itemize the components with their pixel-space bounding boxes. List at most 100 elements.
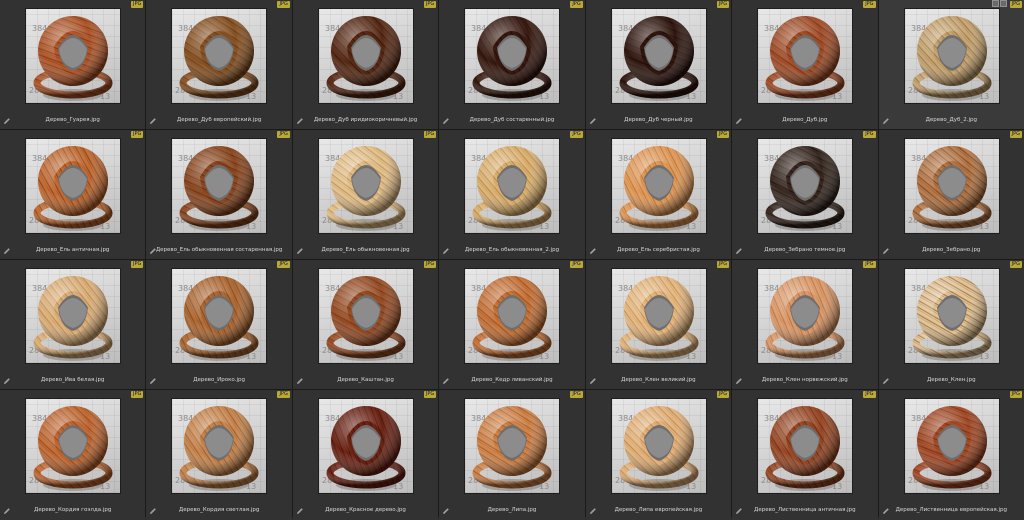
material-thumbnail[interactable]: JPG 384 286 13 Дерево_Зебрано.jpg (878, 130, 1024, 259)
material-preview-image: 384 286 13 (318, 399, 413, 493)
material-filename: Дерево_Клен.jpg (926, 377, 976, 383)
file-type-badge: JPG (716, 131, 730, 138)
file-type-badge: JPG (570, 391, 583, 398)
material-filename: Дерево_Дуб черный.jpg (624, 117, 693, 123)
file-type-badge: JPG (863, 1, 876, 8)
material-thumbnail-grid: JPG 384 286 13 Дерево_Гуарея.jpg JPG 384 286 13 Д… (0, 0, 1024, 520)
material-preview-image: 384 286 13 (26, 269, 120, 363)
material-preview-image: 384 286 13 (611, 9, 706, 103)
material-preview-image: 384 286 13 (172, 9, 267, 103)
material-preview-image: 384 286 13 (758, 9, 853, 103)
material-thumbnail[interactable]: JPG 384 286 13 Дерево_Дуб_2.jpg (878, 0, 1024, 129)
material-thumbnail[interactable]: JPG 384 286 13 Дерево_Кордия светлая.jpg (146, 390, 292, 520)
material-preview-image: 384 286 13 (758, 139, 853, 233)
material-filename: Дерево_Гуарея.jpg (45, 117, 100, 123)
material-thumbnail[interactable]: JPG 384 286 13 Дерево_Ель обыкновенная_2.jpg (439, 130, 585, 259)
material-thumbnail[interactable]: JPG 384 286 13 Дерево_Гуарея.jpg (0, 0, 146, 129)
material-thumbnail[interactable]: JPG 384 286 13 Дерево_Липа европейская.jpg (585, 390, 732, 520)
file-type-badge: JPG (277, 391, 290, 398)
material-preview-image: 384 286 13 (611, 139, 706, 233)
material-preview-image: 384 286 13 (465, 139, 560, 233)
file-type-badge: JPG (1009, 1, 1022, 8)
file-type-badge: JPG (570, 1, 583, 8)
material-preview-image: 384 286 13 (904, 139, 999, 233)
material-thumbnail[interactable]: JPG 384 286 13 Дерево_Ель серебристая.jpg (585, 130, 732, 259)
material-filename: Дерево_Липа.jpg (487, 507, 537, 513)
material-thumbnail[interactable]: JPG 384 286 13 Дерево_Лиственница европейска… (878, 390, 1024, 520)
material-thumbnail[interactable]: JPG 384 286 13 Дерево_Дуб состаренный.jpg (439, 0, 585, 129)
material-filename: Дерево_Ива белая.jpg (40, 377, 105, 383)
file-type-badge: JPG (131, 261, 144, 268)
material-filename: Дерево_Лиственница европейская.jpg (895, 507, 1007, 513)
file-type-badge: JPG (716, 1, 730, 8)
material-thumbnail[interactable]: JPG 384 286 13 Дерево_Лиственница античная.j… (732, 390, 878, 520)
material-filename: Дерево_Кордия светлая.jpg (178, 507, 260, 513)
material-filename: Дерево_Кедр ливанский.jpg (471, 377, 553, 383)
file-type-badge: JPG (570, 131, 583, 138)
material-preview-image: 384 286 13 (172, 399, 267, 493)
file-type-badge: JPG (863, 391, 876, 398)
material-thumbnail[interactable]: JPG 384 286 13 Дерево_Ива белая.jpg (0, 260, 146, 389)
material-filename: Дерево_Ель серебристая.jpg (617, 247, 700, 253)
file-type-badge: JPG (423, 261, 437, 268)
file-type-badge: JPG (277, 131, 290, 138)
material-preview-image: 384 286 13 (611, 269, 706, 363)
material-preview-image: 384 286 13 (904, 9, 999, 103)
file-type-badge: JPG (863, 261, 876, 268)
material-thumbnail[interactable]: JPG 384 286 13 Дерево_Ироко.jpg (146, 260, 292, 389)
material-preview-image: 384 286 13 (172, 269, 267, 363)
material-filename: Дерево_Клен великий.jpg (621, 377, 696, 383)
material-thumbnail[interactable]: JPG 384 286 13 Дерево_Клен великий.jpg (585, 260, 732, 389)
material-thumbnail[interactable]: JPG 384 286 13 Дерево_Кордия гоэлда.jpg (0, 390, 146, 520)
material-thumbnail[interactable]: JPG 384 286 13 Дерево_Липа.jpg (439, 390, 585, 520)
material-thumbnail[interactable]: JPG 384 286 13 Дерево_Ель обыкновенная соста… (146, 130, 292, 259)
material-filename: Дерево_Зебрано темное.jpg (764, 247, 846, 253)
material-filename: Дерево_Красное дерево.jpg (325, 507, 406, 513)
material-thumbnail[interactable]: JPG 384 286 13 Дерево_Дуб иридиокоричневый.j… (292, 0, 439, 129)
file-type-badge: JPG (1009, 261, 1022, 268)
thumbnail-controls (992, 0, 1007, 7)
material-thumbnail[interactable]: JPG 384 286 13 Дерево_Ель обыкновенная.jpg (292, 130, 439, 259)
file-type-badge: JPG (131, 391, 144, 398)
material-thumbnail[interactable]: JPG 384 286 13 Дерево_Зебрано темное.jpg (732, 130, 878, 259)
material-thumbnail[interactable]: JPG 384 286 13 Дерево_Кедр ливанский.jpg (439, 260, 585, 389)
file-type-badge: JPG (1009, 391, 1022, 398)
file-type-badge: JPG (131, 1, 144, 8)
material-filename: Дерево_Липа европейская.jpg (614, 507, 703, 513)
material-preview-image: 384 286 13 (465, 9, 560, 103)
material-filename: Дерево_Ель античная.jpg (36, 247, 110, 253)
material-preview-image: 384 286 13 (465, 399, 560, 493)
material-filename: Дерево_Лиственница античная.jpg (754, 507, 856, 513)
checkbox-icon[interactable] (992, 0, 999, 7)
material-preview-image: 384 286 13 (318, 269, 413, 363)
material-preview-image: 384 286 13 (172, 139, 267, 233)
material-filename: Дерево_Ель обыкновенная.jpg (321, 247, 410, 253)
material-preview-image: 384 286 13 (26, 139, 120, 233)
material-thumbnail[interactable]: JPG 384 286 13 Дерево_Красное дерево.jpg (292, 390, 439, 520)
file-type-badge: JPG (277, 1, 290, 8)
file-type-badge: JPG (423, 131, 437, 138)
material-thumbnail[interactable]: JPG 384 286 13 Дерево_Каштан.jpg (292, 260, 439, 389)
file-type-badge: JPG (277, 261, 290, 268)
material-preview-image: 384 286 13 (26, 399, 120, 493)
material-preview-image: 384 286 13 (758, 269, 853, 363)
material-thumbnail[interactable]: JPG 384 286 13 Дерево_Ель античная.jpg (0, 130, 146, 259)
material-filename: Дерево_Дуб состаренный.jpg (469, 117, 555, 123)
file-type-badge: JPG (423, 1, 437, 8)
material-preview-image: 384 286 13 (904, 399, 999, 493)
material-thumbnail[interactable]: JPG 384 286 13 Дерево_Клен.jpg (878, 260, 1024, 389)
edit-icon[interactable] (1000, 0, 1007, 7)
material-filename: Дерево_Ель обыкновенная состаренная.jpg (155, 247, 283, 253)
material-preview-image: 384 286 13 (758, 399, 853, 493)
material-thumbnail[interactable]: JPG 384 286 13 Дерево_Дуб.jpg (732, 0, 878, 129)
material-filename: Дерево_Ироко.jpg (193, 377, 246, 383)
material-thumbnail[interactable]: JPG 384 286 13 Дерево_Клен норвежский.jpg (732, 260, 878, 389)
material-preview-image: 384 286 13 (904, 269, 999, 363)
material-filename: Дерево_Дуб.jpg (782, 117, 828, 123)
file-type-badge: JPG (423, 391, 437, 398)
file-type-badge: JPG (570, 261, 583, 268)
material-thumbnail[interactable]: JPG 384 286 13 Дерево_Дуб черный.jpg (585, 0, 732, 129)
material-filename: Дерево_Клен норвежский.jpg (761, 377, 848, 383)
material-thumbnail[interactable]: JPG 384 286 13 Дерево_Дуб европейский.jpg (146, 0, 292, 129)
file-type-badge: JPG (716, 391, 730, 398)
